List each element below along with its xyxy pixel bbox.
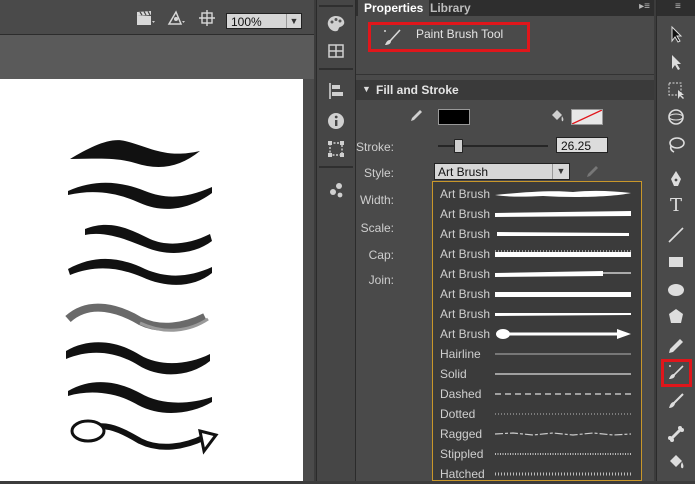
width-label: Width: [359,193,394,207]
tab-library[interactable]: Library [424,0,477,16]
style-option[interactable]: Art Brush [433,204,641,224]
style-option[interactable]: Stippled [433,444,641,464]
fill-stroke-section-header[interactable]: ▼ Fill and Stroke [356,80,654,100]
section-title: Fill and Stroke [376,83,459,97]
align-icon[interactable] [326,81,346,101]
pasteboard [0,35,314,79]
hatched-line-preview [495,472,631,476]
chevron-down-icon[interactable]: ▼ [552,164,569,179]
fill-color-swatch[interactable] [571,109,603,125]
style-option[interactable]: Dashed [433,384,641,404]
style-option[interactable]: Art Brush [433,224,641,244]
art-brush-preview [495,313,631,316]
style-option[interactable]: Dotted [433,404,641,424]
art-brush-preview [495,292,631,297]
3d-rotation-tool-icon[interactable] [666,107,686,127]
strip-divider [319,68,353,70]
brush-strokes-artwork [65,140,219,456]
properties-panel: Properties Library ▸≡ Paint Brush Tool ▼… [356,0,654,481]
style-select[interactable]: Art Brush ▼ [434,163,570,180]
tool-name: Paint Brush Tool [416,27,504,41]
style-option[interactable]: Art Brush [433,284,641,304]
style-option[interactable]: Art Brush [433,264,641,284]
style-option[interactable]: Ragged [433,424,641,444]
stroke-color-swatch[interactable] [438,109,470,125]
brush-tool-icon[interactable] [666,391,686,411]
stroke-label: Stroke: [355,140,394,154]
info-icon[interactable] [326,111,346,131]
clapper-icon[interactable] [135,10,155,26]
stage-toolbar: 100% ▼ [0,0,314,35]
pencil-tool-icon[interactable] [666,336,686,356]
grid-icon[interactable] [326,41,346,61]
art-brush-preview [495,211,631,217]
art-brush-preview [497,232,629,236]
panel-menu-icon[interactable]: ≡ [675,1,681,12]
dashed-line-preview [495,393,631,395]
join-label: Join: [368,273,394,287]
art-brush-preview [495,190,631,197]
scale-label: Scale: [360,221,394,235]
subselection-tool-icon[interactable] [666,52,686,72]
rectangle-tool-icon[interactable] [666,252,686,272]
style-option[interactable]: Hairline [433,344,641,364]
strip-divider [319,5,353,7]
paint-brush-tool-icon[interactable] [666,363,686,383]
tools-panel: ≡ T [656,0,695,481]
vertical-scrollbar[interactable] [303,79,314,481]
free-transform-tool-icon[interactable] [666,80,686,100]
panel-tab-bar: Properties Library ▸≡ [356,0,654,16]
style-option[interactable]: Solid [433,364,641,384]
lasso-tool-icon[interactable] [666,135,686,155]
zoom-select[interactable]: 100% ▼ [226,13,302,29]
line-tool-icon[interactable] [666,225,686,245]
text-tool-icon[interactable]: T [666,196,686,216]
bone-tool-icon[interactable] [666,424,686,444]
dotted-line-preview [495,413,631,415]
stage-canvas[interactable] [0,79,303,481]
pencil-stroke-icon [411,110,422,121]
panel-menu-icon[interactable]: ▸≡ [639,1,650,12]
panel-icon-strip [316,0,356,481]
art-brush-preview [495,271,631,277]
ragged-line-preview [494,432,632,436]
collapse-triangle-icon[interactable]: ▼ [362,84,371,94]
edit-style-pencil-icon[interactable] [584,164,600,180]
style-option[interactable]: Art Brush [433,324,641,344]
paint-bucket-tool-icon[interactable] [666,452,686,472]
style-selected-value: Art Brush [438,165,489,179]
paint-bucket-icon [552,110,564,122]
no-color-slash-icon [572,110,602,124]
tools-panel-header: ≡ [657,0,695,16]
pen-tool-icon[interactable] [666,169,686,189]
style-option[interactable]: Art Brush [433,244,641,264]
cap-label: Cap: [368,248,394,262]
paint-brush-icon [384,29,401,45]
palette-icon[interactable] [326,14,346,34]
chevron-down-icon[interactable]: ▼ [286,14,301,28]
zoom-value: 100% [231,15,262,29]
solid-line-preview [495,373,631,375]
tool-header: Paint Brush Tool [356,16,654,75]
hairline-preview [495,353,631,355]
art-brush-preview [495,250,631,257]
style-option[interactable]: Art Brush [433,184,641,204]
transform-icon[interactable] [166,10,186,26]
polystar-tool-icon[interactable] [666,307,686,327]
stroke-size-input[interactable]: 26.25 [556,137,608,153]
selection-tool-icon[interactable] [666,24,686,44]
style-option[interactable]: Art Brush [433,304,641,324]
stroke-slider-handle[interactable] [454,139,463,153]
style-option[interactable]: Hatched [433,464,641,480]
stippled-line-preview [495,453,631,455]
crosshair-icon[interactable] [197,10,217,26]
arrow-brush-preview [496,329,631,339]
style-dropdown-list: Art Brush Art Brush Art Brush Art Brush … [432,181,642,481]
tab-properties[interactable]: Properties [358,0,430,16]
style-label: Style: [363,166,394,180]
oval-tool-icon[interactable] [666,280,686,300]
